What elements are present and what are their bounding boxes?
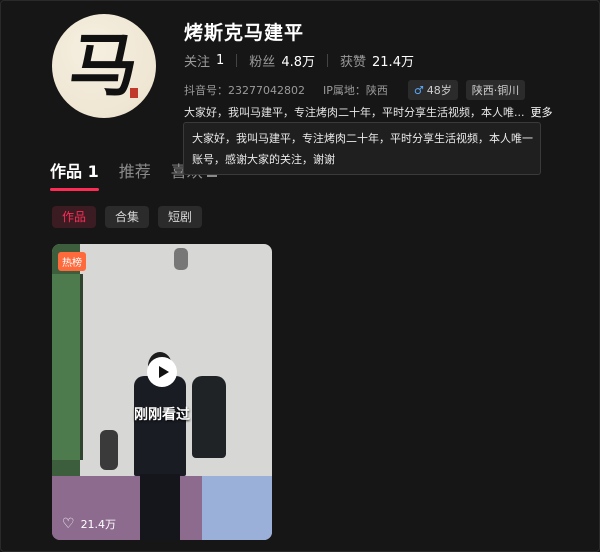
location-tag: 陕西·铜川 <box>465 80 526 100</box>
filter-works[interactable]: 作品 <box>52 206 97 228</box>
thumbnail-person <box>134 376 186 476</box>
thumbnail-window <box>52 274 83 460</box>
likes-label: 获赞 <box>340 55 367 70</box>
avatar-calligraphy: 马 <box>65 26 143 106</box>
bio-full-line1: 大家好，我叫马建平，专注烤肉二十年，平时分享生活视频，本人唯一 <box>192 132 533 145</box>
followers-count[interactable]: 4.8万 <box>281 51 315 70</box>
recently-watched-label: 刚刚看过 <box>134 407 190 423</box>
ip-location: IP属地：陕西 <box>322 84 388 97</box>
likes-count: 21.4万 <box>372 55 414 70</box>
more-link[interactable]: 更多 <box>531 106 553 119</box>
male-icon: ♂ <box>413 84 424 97</box>
hot-badge: 热榜 <box>58 252 86 271</box>
video-card[interactable]: 热榜 刚刚看过 ♡ 21.4万 <box>52 244 272 540</box>
stat-divider <box>236 54 238 67</box>
following-count[interactable]: 1 <box>216 53 224 68</box>
avatar-seal <box>130 88 138 98</box>
filter-collections[interactable]: 合集 <box>105 206 150 228</box>
avatar[interactable]: 马 <box>52 14 156 118</box>
profile-name: 烤斯克马建平 <box>184 22 305 44</box>
play-icon[interactable] <box>147 357 177 387</box>
heart-icon: ♡ <box>62 516 75 532</box>
video-likes-count: 21.4万 <box>80 518 117 531</box>
bio-tooltip: 大家好，我叫马建平，专注烤肉二十年，平时分享生活视频，本人唯一 账号，感谢大家的… <box>183 122 541 175</box>
thumbnail-object <box>100 430 118 470</box>
thumbnail-lamp <box>174 248 188 270</box>
tab-recommend[interactable]: 推荐 <box>119 158 151 182</box>
thumbnail-bed <box>202 476 272 540</box>
age-tag: ♂ 48岁 <box>407 80 458 100</box>
tab-works-label: 作品 <box>50 162 83 181</box>
tab-works-count: 1 <box>87 162 99 181</box>
followers-label[interactable]: 粉丝 <box>249 51 275 70</box>
profile-meta: 抖音号：23277042802 IP属地：陕西 ♂ 48岁 陕西·铜川 <box>184 80 526 100</box>
filter-dramas[interactable]: 短剧 <box>158 206 203 228</box>
stat-divider <box>327 54 328 67</box>
bio-text: 大家好，我叫马建平，专注烤肉二十年，平时分享生活视频，本人唯... <box>184 106 525 119</box>
age-text: 48岁 <box>426 84 452 97</box>
filter-chips: 作品 合集 短剧 <box>52 206 211 228</box>
bio-full-line2: 账号，感谢大家的关注，谢谢 <box>192 153 335 166</box>
video-likes: ♡ 21.4万 <box>62 516 116 532</box>
following-label[interactable]: 关注 <box>184 51 210 70</box>
thumbnail-person-legs <box>140 474 180 540</box>
profile-stats: 关注 1 粉丝 4.8万 获赞 21.4万 <box>184 51 414 70</box>
douyin-id: 抖音号：23277042802 <box>184 84 305 97</box>
bio-snippet: 大家好，我叫马建平，专注烤肉二十年，平时分享生活视频，本人唯... 更多 <box>184 104 553 120</box>
tab-works[interactable]: 作品 1 <box>50 158 99 191</box>
